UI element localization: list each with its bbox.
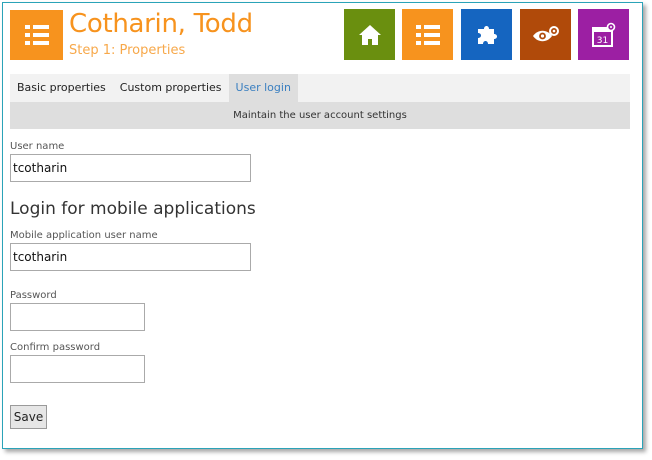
mobile-user-name-input[interactable] (10, 243, 251, 271)
confirm-password-label: Confirm password (10, 342, 101, 353)
puzzle-icon (477, 25, 497, 44)
user-name-input[interactable] (10, 154, 251, 182)
list-icon (24, 25, 49, 45)
mobile-login-heading: Login for mobile applications (10, 199, 256, 219)
eye-gear-icon (532, 25, 559, 41)
tab-custom-properties[interactable]: Custom properties (113, 74, 229, 102)
app-window: Cotharin, Todd Step 1: Properties 31 Bas… (2, 2, 643, 449)
confirm-password-input[interactable] (10, 355, 145, 383)
list-icon (415, 24, 440, 45)
tab-description: Maintain the user account settings (10, 102, 630, 129)
calendar-day-label: 31 (596, 36, 607, 46)
app-logo (10, 10, 63, 60)
calendar-button[interactable]: 31 (578, 9, 629, 60)
calendar-gear-icon: 31 (591, 22, 615, 47)
password-input[interactable] (10, 303, 145, 331)
home-button[interactable] (344, 9, 395, 60)
home-icon (358, 24, 381, 45)
user-name-label: User name (10, 141, 65, 152)
view-settings-button[interactable] (520, 9, 571, 60)
mobile-user-name-label: Mobile application user name (10, 230, 158, 241)
plugins-button[interactable] (461, 9, 512, 60)
list-button[interactable] (402, 9, 453, 60)
tab-bar: Basic properties Custom properties User … (10, 74, 630, 102)
page-title: Cotharin, Todd (69, 9, 253, 39)
password-label: Password (10, 290, 57, 301)
save-button[interactable]: Save (10, 405, 47, 429)
tab-user-login[interactable]: User login (228, 74, 298, 102)
tab-basic-properties[interactable]: Basic properties (10, 74, 113, 102)
page-subtitle: Step 1: Properties (69, 43, 186, 58)
